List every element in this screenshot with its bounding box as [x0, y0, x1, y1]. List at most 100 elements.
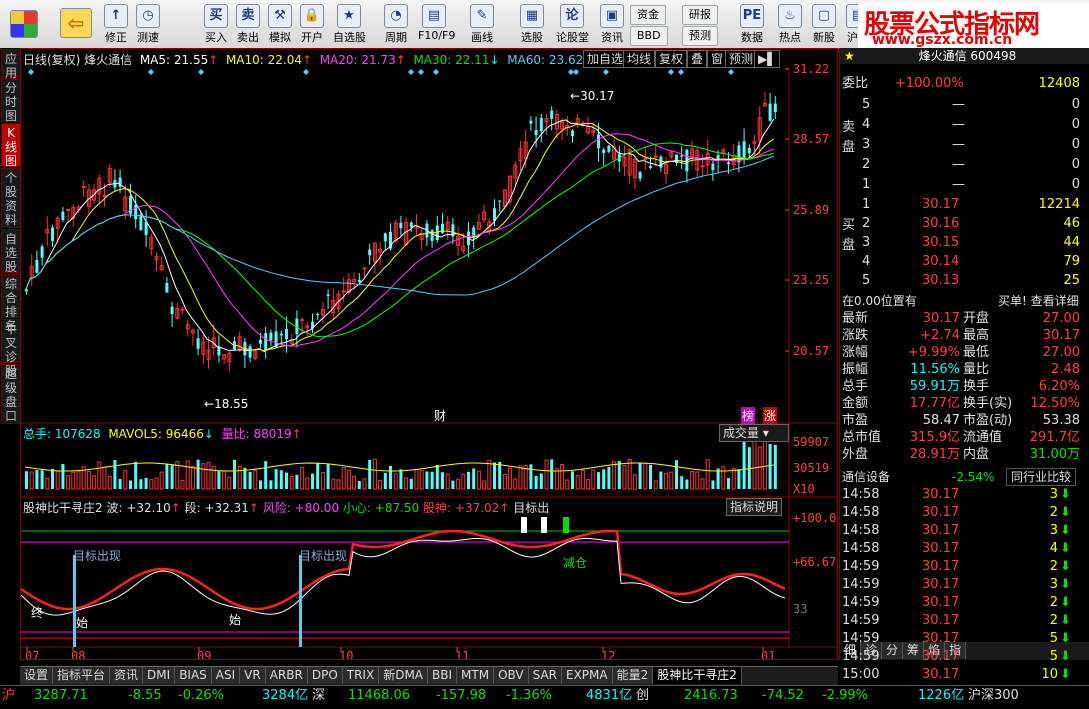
stat-label: 振幅	[842, 362, 869, 377]
stat-value-2: 2.48	[1051, 362, 1080, 377]
toolbar-button-14[interactable]: ♨ 热点	[774, 2, 806, 46]
indicator-tab-1[interactable]: 指标平台	[53, 667, 111, 684]
sh-change: -8.55	[128, 688, 162, 703]
right-tab-2[interactable]: 分	[882, 642, 904, 659]
tick-volume: 3	[1049, 523, 1058, 538]
sell-price: —	[952, 137, 965, 152]
limit-up-tag[interactable]: 涨	[763, 407, 778, 424]
event-marker-icon[interactable]	[148, 69, 154, 75]
toolbar-button-4[interactable]: ⚒ 模拟	[264, 2, 296, 46]
stat-label: 外盘	[842, 447, 869, 462]
toolbar-button-13[interactable]: PE 数据	[736, 2, 768, 46]
toolbar-button-1[interactable]: ◷ 测速	[132, 2, 164, 46]
price-axis-label: 23.25	[793, 273, 829, 287]
left-tab-1[interactable]: 分时图	[1, 78, 21, 123]
indicator-tab-9[interactable]: TRIX	[342, 667, 380, 684]
left-tab-2[interactable]: K线图	[1, 123, 21, 168]
event-marker-icon[interactable]	[678, 69, 684, 75]
down-arrow-icon: ⬇	[1060, 559, 1071, 574]
back-button[interactable]: ⇦	[54, 2, 98, 46]
indicator-tab-16[interactable]: 能量2	[612, 667, 654, 684]
left-tab-6[interactable]: 牛叉诊股	[1, 319, 21, 378]
toolbar-button-15[interactable]: ▢ 新股	[808, 2, 840, 46]
indicator-tab-0[interactable]: 设置	[20, 667, 54, 684]
toolbar-button-8[interactable]: ▤ F10/F9	[418, 2, 455, 46]
toolbar-button-9[interactable]: ✎ 画线	[466, 2, 498, 46]
indicator-signal-bar	[521, 517, 527, 533]
position-detail-link[interactable]: 买单! 查看详细	[998, 292, 1079, 310]
indicator-tab-5[interactable]: ASI	[211, 667, 241, 684]
toolbar-button-5[interactable]: 🔒 开户	[296, 2, 328, 46]
indicator-tab-11[interactable]: BBI	[428, 667, 458, 684]
indicator-tab-14[interactable]: SAR	[528, 667, 562, 684]
indicator-tab-10[interactable]: 新DMA	[379, 667, 429, 684]
sell-label: 卖盘	[842, 120, 856, 155]
indicator-tab-2[interactable]: 资讯	[110, 667, 144, 684]
event-marker-icon[interactable]	[603, 69, 609, 75]
indicator-tab-7[interactable]: ARBR	[265, 667, 308, 684]
toolbar-button-0[interactable]: ↑ 修正	[100, 2, 132, 46]
forecast-button[interactable]: 预测	[682, 26, 718, 46]
volume-dropdown[interactable]: 成交量 ▾	[719, 424, 789, 442]
toolbar-label-11: 论股堂	[556, 31, 589, 44]
chart-header-button-1[interactable]: 均线	[623, 50, 656, 68]
toolbar-button-7[interactable]: ◔ 周期	[380, 2, 412, 46]
left-tab-7[interactable]: 超级盘口	[1, 364, 21, 424]
toolbar-button-2[interactable]: 买买入	[200, 2, 232, 46]
kline-chart-area[interactable]: 31.22 28.57 25.89 23.25 20.57 59907 30519 X10 +1…	[20, 48, 838, 660]
toolbar-icon-1: ◷	[136, 4, 160, 28]
financial-tag[interactable]: 财	[434, 407, 446, 424]
event-marker-icon[interactable]	[728, 69, 734, 75]
chart-header-button-5[interactable]: 预测	[725, 50, 758, 68]
rank-tag[interactable]: 榜	[741, 407, 756, 424]
event-marker-icon[interactable]	[573, 69, 579, 75]
left-tab-5[interactable]: 综合排名	[1, 274, 21, 333]
event-marker-icon[interactable]	[668, 69, 674, 75]
indicator-explain-button[interactable]: 指标说明	[726, 498, 783, 516]
event-marker-icon[interactable]	[408, 69, 414, 75]
fund-button[interactable]: 资金	[630, 5, 666, 25]
indicator-tab-4[interactable]: BIAS	[175, 667, 212, 684]
event-marker-icon[interactable]	[198, 69, 204, 75]
research-button[interactable]: 研报	[682, 5, 718, 25]
indicator-tab-8[interactable]: DPO	[307, 667, 343, 684]
expand-icon[interactable]: ▶▌	[754, 50, 781, 68]
chart-header-button-0[interactable]: 加自选	[583, 50, 628, 68]
right-tab-3[interactable]: 筹	[903, 642, 925, 659]
stat-label-2: 最低	[963, 345, 990, 360]
indicator-tab-3[interactable]: DMI	[143, 667, 176, 684]
chart-header-button-3[interactable]: 叠	[687, 50, 708, 68]
event-marker-icon[interactable]	[28, 69, 34, 75]
down-arrow-icon: ⬇	[1060, 613, 1071, 628]
indicator-seg: 段: +32.31	[184, 501, 249, 515]
price-axis-label: 28.57	[793, 132, 829, 146]
left-tab-4[interactable]: 自选股	[1, 229, 21, 274]
indicator-tab-17[interactable]: 股神比干寻庄2	[653, 667, 742, 684]
left-tab-0[interactable]: 应用	[1, 49, 21, 80]
indicator-tab-13[interactable]: OBV	[494, 667, 529, 684]
price-high-label: ←30.17	[570, 89, 615, 103]
app-logo-icon[interactable]	[4, 2, 44, 46]
left-tab-3[interactable]: 个股资料	[1, 168, 21, 228]
industry-compare-button[interactable]: 同行业比较	[1006, 468, 1077, 486]
indicator-tab-12[interactable]: MTM	[457, 667, 495, 684]
event-marker-icon[interactable]	[433, 69, 439, 75]
toolbar-button-6[interactable]: ★ 自选股	[333, 2, 366, 46]
stat-label: 涨幅	[842, 345, 869, 360]
indicator-tab-15[interactable]: EXPMA	[562, 667, 613, 684]
bbd-button[interactable]: BBD	[630, 26, 668, 46]
event-marker-icon[interactable]	[303, 69, 309, 75]
toolbar-button-10[interactable]: ▦ 选股	[516, 2, 548, 46]
indicator-axis-label: 33	[793, 602, 807, 616]
chart-header-button-4[interactable]: 窗	[707, 50, 728, 68]
tick-volume: 10	[1041, 667, 1058, 682]
event-marker-icon[interactable]	[418, 69, 424, 75]
chart-header-button-2[interactable]: 复权	[655, 50, 688, 68]
down-arrow-icon: ⬇	[1060, 505, 1071, 520]
sh-amount: 3284亿	[262, 688, 309, 703]
indicator-tab-6[interactable]: VR	[240, 667, 266, 684]
toolbar-button-12[interactable]: ▣ 资讯	[596, 2, 628, 46]
tick-volume: 2	[1049, 613, 1058, 628]
toolbar-button-3[interactable]: 卖卖出	[232, 2, 264, 46]
toolbar-button-11[interactable]: 论论股堂	[556, 2, 589, 46]
